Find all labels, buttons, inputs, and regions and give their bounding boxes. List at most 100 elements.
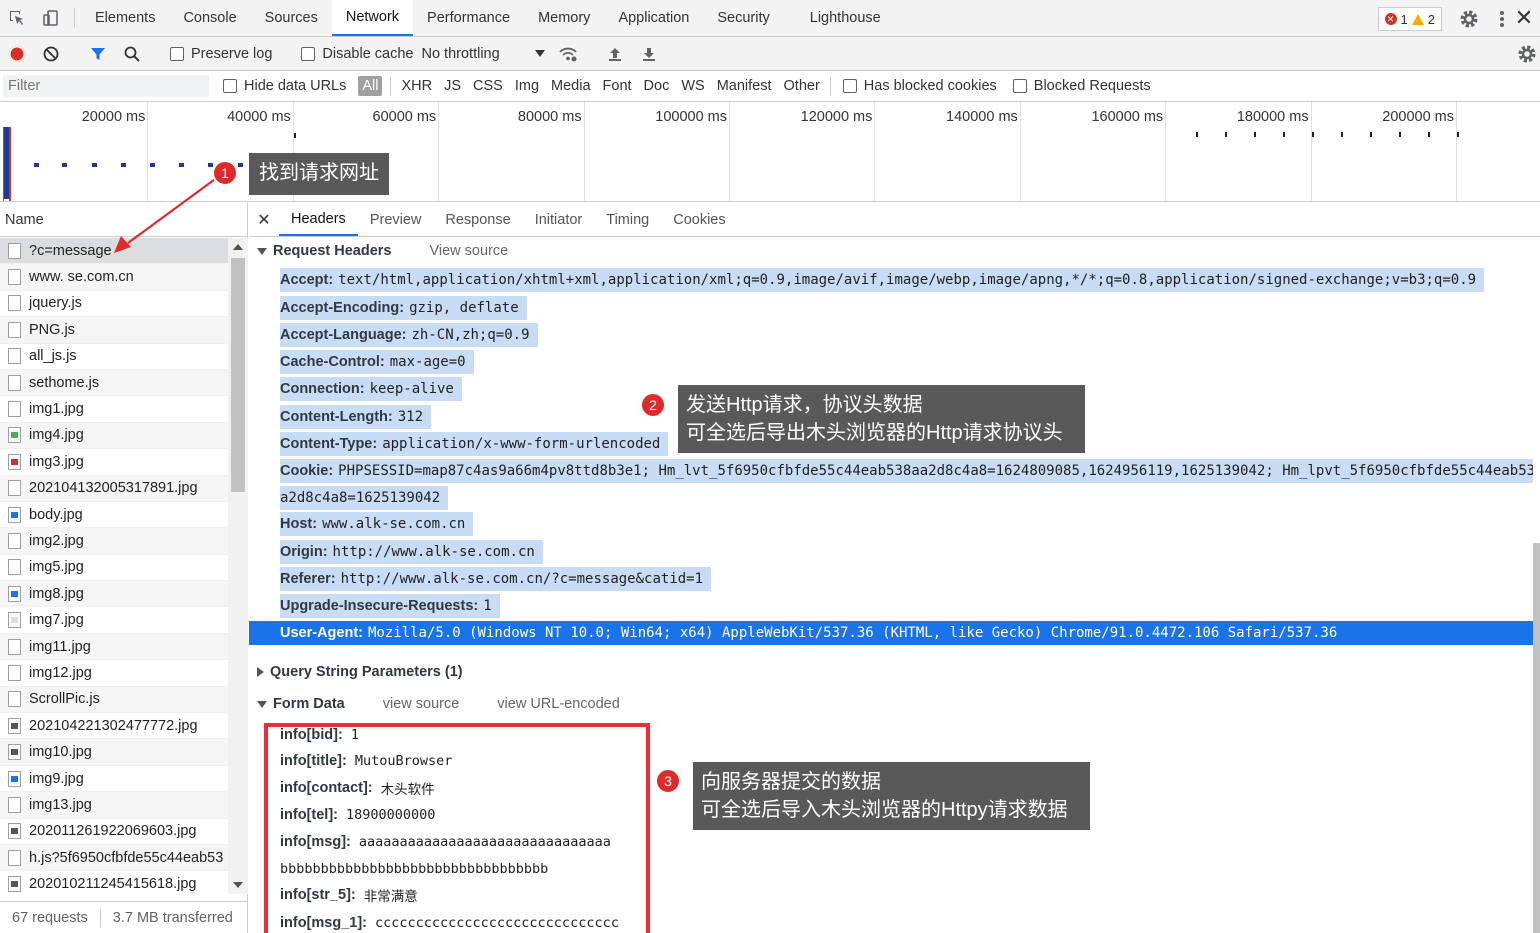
view-source-link[interactable]: view source <box>383 696 460 712</box>
checkbox-box[interactable] <box>223 79 237 93</box>
tab-performance[interactable]: Performance <box>413 0 524 36</box>
request-header-row[interactable]: Referer: http://www.alk-se.com.cn/?c=mess… <box>280 567 712 591</box>
request-header-row[interactable]: Content-Length: 312 <box>280 405 432 429</box>
request-row[interactable]: 20201021124541561​8.jpg <box>0 871 228 894</box>
request-row[interactable]: h.js?5f6950cfbfde55c44eab53 <box>0 844 228 872</box>
tab-initiator[interactable]: Initiator <box>523 203 595 236</box>
request-row[interactable]: ?c=message <box>0 238 228 265</box>
disable-cache-checkbox[interactable]: Disable cache <box>301 46 413 62</box>
network-settings-gear-icon[interactable] <box>1516 43 1538 65</box>
request-header-row[interactable]: Upgrade-Insecure-Requests: 1 <box>280 594 500 618</box>
filter-type-doc[interactable]: Doc <box>638 78 676 94</box>
detail-scrollbar[interactable] <box>1533 238 1540 933</box>
checkbox-box[interactable] <box>842 79 857 93</box>
filter-input[interactable] <box>3 75 209 97</box>
tab-headers[interactable]: Headers <box>279 203 358 236</box>
tab-lighthouse[interactable]: Lighthouse <box>796 0 895 36</box>
more-options-icon[interactable] <box>1498 8 1506 30</box>
view-source-link[interactable]: View source <box>429 243 508 259</box>
request-header-row[interactable]: Cookie: PHPSESSID=map87c4as9a66m4pv8ttd8b… <box>280 459 1533 483</box>
request-row[interactable]: img7.jpg <box>0 607 228 634</box>
close-devtools-icon[interactable]: ✕ <box>1512 6 1536 30</box>
tab-response[interactable]: Response <box>433 203 522 236</box>
request-header-row[interactable]: User-Agent: Mozilla/5.0 (Windows NT 10.0;… <box>249 621 1533 645</box>
request-row[interactable]: jquery.js <box>0 291 228 318</box>
tab-application[interactable]: Application <box>604 0 703 36</box>
filter-type-ws[interactable]: WS <box>675 78 710 94</box>
request-header-row[interactable]: Host: www.alk-se.com.cn <box>280 512 474 536</box>
record-button[interactable] <box>0 37 34 71</box>
throttling-select[interactable]: No throttling <box>421 46 551 62</box>
hide-data-urls-checkbox[interactable]: Hide data URLs <box>223 78 346 94</box>
checkbox-box[interactable] <box>301 46 316 61</box>
filter-type-xhr[interactable]: XHR <box>395 78 438 94</box>
request-row[interactable]: img12.jpg <box>0 660 228 687</box>
request-row[interactable]: img10.jpg <box>0 739 228 766</box>
import-har-icon[interactable] <box>598 37 632 71</box>
device-toolbar-icon[interactable] <box>34 0 68 36</box>
request-row[interactable]: 20201126192206960​3.jpg <box>0 819 228 845</box>
search-icon[interactable] <box>115 37 149 71</box>
blocked-requests-checkbox[interactable]: Blocked Requests <box>1012 78 1151 94</box>
request-header-row[interactable]: a2d8c4a8=1625139042 <box>280 486 449 510</box>
request-row[interactable]: img5.jpg <box>0 555 228 582</box>
request-row[interactable]: img11.jpg <box>0 633 228 661</box>
tab-security[interactable]: Security <box>703 0 783 36</box>
export-har-icon[interactable] <box>632 37 666 71</box>
scroll-down-icon[interactable] <box>233 882 243 888</box>
request-header-row[interactable]: Content-Type: application/x-www-form-urle… <box>280 432 669 456</box>
request-list-scrollbar[interactable] <box>228 238 248 894</box>
inspect-element-icon[interactable] <box>0 0 34 36</box>
tab-preview[interactable]: Preview <box>358 203 434 236</box>
scrollbar-thumb[interactable] <box>1533 543 1540 933</box>
tab-cookies[interactable]: Cookies <box>661 203 737 236</box>
request-row[interactable]: 20210422130247777​2.jpg <box>0 713 228 740</box>
request-header-row[interactable]: Accept: text/html,application/xhtml+xml,a… <box>280 268 1485 292</box>
scrollbar-thumb[interactable] <box>231 258 245 492</box>
request-row[interactable]: ScrollPic.js <box>0 686 228 714</box>
tab-timing[interactable]: Timing <box>594 203 661 236</box>
preserve-log-checkbox[interactable]: Preserve log <box>170 46 272 62</box>
tab-elements[interactable]: Elements <box>81 0 169 36</box>
request-row[interactable]: img3.jpg <box>0 449 228 476</box>
tab-console[interactable]: Console <box>169 0 250 36</box>
request-row[interactable]: 20210413200531789​1.jpg <box>0 475 228 502</box>
filter-type-all[interactable]: All <box>358 76 383 96</box>
filter-type-manifest[interactable]: Manifest <box>711 78 778 94</box>
network-overview-timeline[interactable]: 20000 ms 40000 ms 60000 ms 80000 ms 100000 m… <box>0 102 1540 202</box>
request-header-row[interactable]: Accept-Encoding: gzip, deflate <box>280 296 527 320</box>
request-row[interactable]: body.jpg <box>0 502 228 529</box>
request-row[interactable]: img8.jpg <box>0 581 228 608</box>
request-headers-section[interactable]: Request Headers View source <box>249 238 508 265</box>
request-header-row[interactable]: Connection: keep-alive <box>280 377 462 401</box>
request-row[interactable]: img4.jpg <box>0 422 228 450</box>
network-conditions-icon[interactable] <box>551 37 585 71</box>
request-header-row[interactable]: Origin: http://www.alk-se.com.cn <box>280 540 543 564</box>
issues-counter[interactable]: ✕ 1 2 <box>1377 7 1442 31</box>
filter-icon[interactable] <box>81 37 115 71</box>
form-data-section[interactable]: Form Data view source view URL-encoded <box>249 690 620 718</box>
request-row[interactable]: img2.jpg <box>0 528 228 555</box>
request-row[interactable]: www. se.com.cn <box>0 264 228 291</box>
query-string-section[interactable]: Query String Parameters (1) <box>249 658 463 686</box>
request-header-row[interactable]: Accept-Language: zh-CN,zh;q=0.9 <box>280 323 538 347</box>
request-row[interactable]: all_js.js <box>0 344 228 370</box>
view-url-encoded-link[interactable]: view URL-encoded <box>497 696 620 712</box>
filter-type-font[interactable]: Font <box>597 78 638 94</box>
filter-type-css[interactable]: CSS <box>467 78 509 94</box>
scroll-up-icon[interactable] <box>233 244 243 250</box>
checkbox-box[interactable] <box>170 46 184 61</box>
name-column-header[interactable]: Name <box>0 203 247 237</box>
filter-type-media[interactable]: Media <box>545 78 597 94</box>
has-blocked-cookies-checkbox[interactable]: Has blocked cookies <box>842 78 997 94</box>
request-row[interactable]: PNG.js <box>0 317 228 344</box>
settings-gear-icon[interactable] <box>1458 8 1480 30</box>
request-row[interactable]: img1.jpg <box>0 396 228 423</box>
tab-sources[interactable]: Sources <box>251 0 332 36</box>
checkbox-box[interactable] <box>1012 79 1027 93</box>
filter-type-other[interactable]: Other <box>778 78 826 94</box>
tab-network[interactable]: Network <box>331 0 414 36</box>
filter-type-js[interactable]: JS <box>438 78 467 94</box>
request-row[interactable]: img9.jpg <box>0 766 228 793</box>
request-row[interactable]: img13.jpg <box>0 792 228 819</box>
